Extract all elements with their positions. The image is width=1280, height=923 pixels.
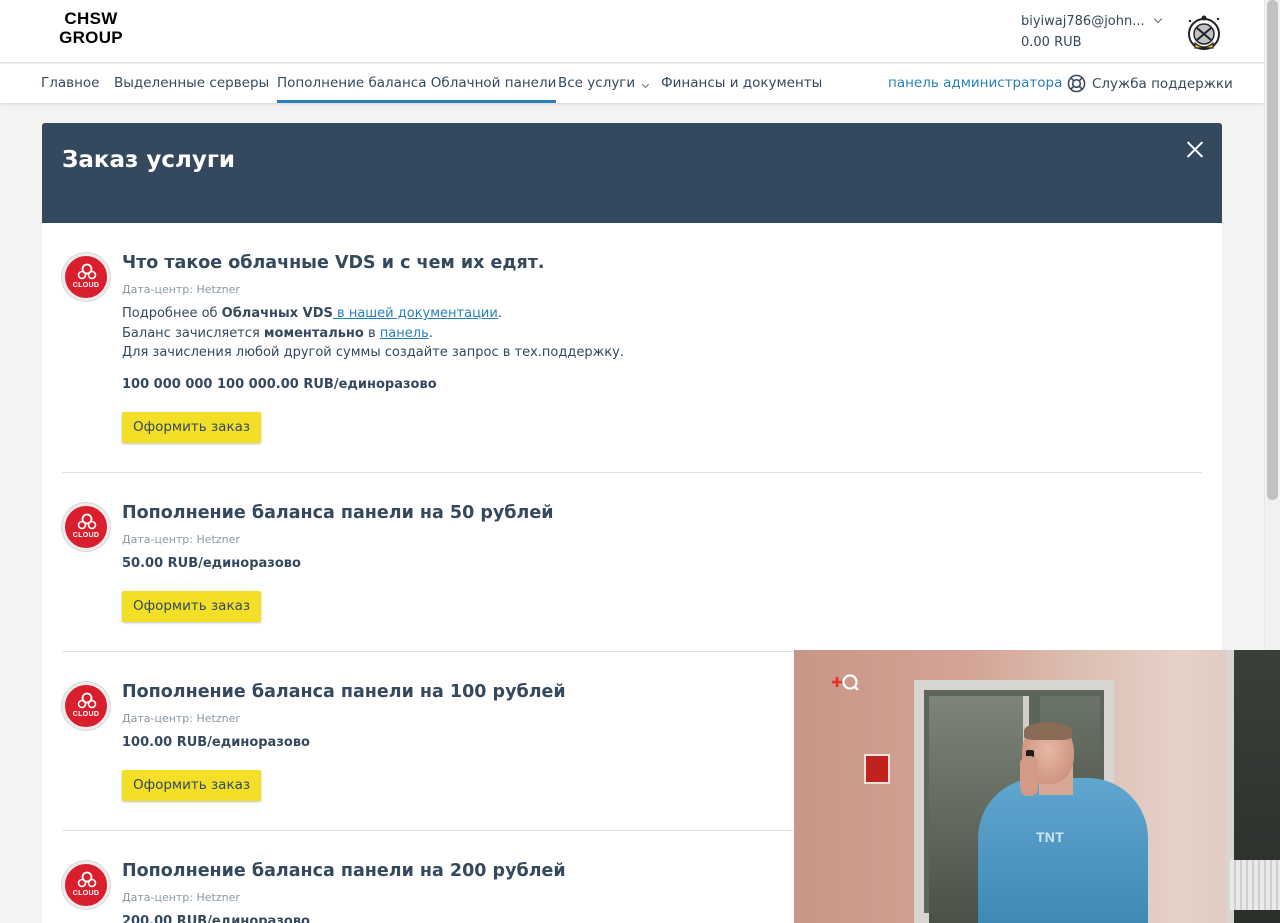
- video-shirt-logo: TNT: [1035, 829, 1065, 845]
- nav-support[interactable]: Служба поддержки: [1067, 64, 1233, 103]
- chevron-down-icon[interactable]: [1153, 14, 1162, 24]
- main-nav: Главное Выделенные серверы Пополнение ба…: [0, 64, 1264, 103]
- video-person: TNT: [978, 778, 1148, 923]
- account-balance: 0.00 RUB: [1021, 35, 1082, 50]
- product-price: 200.00 RUB/единоразово: [122, 914, 310, 923]
- product-datacenter: Дата-центр: Hetzner: [122, 891, 240, 904]
- nav-item-dedicated-servers[interactable]: Выделенные серверы: [114, 64, 269, 103]
- avatar-icon[interactable]: [1184, 13, 1224, 51]
- channel-logo-icon: [832, 674, 859, 691]
- product-datacenter: Дата-центр: Hetzner: [122, 533, 240, 546]
- top-header: CHSW GROUP biyiwaj786@john... 0.00 RUB: [0, 0, 1264, 63]
- video-radiator: [1230, 860, 1280, 910]
- logo-line-1: CHSW: [64, 9, 118, 28]
- nav-item-all-services-label: Все услуги: [558, 75, 636, 91]
- cloud-badge-icon: CLOUD: [62, 682, 110, 730]
- cloud-badge-icon: CLOUD: [62, 253, 110, 301]
- product-title: Пополнение баланса панели на 50 рублей: [122, 503, 554, 523]
- order-button[interactable]: Оформить заказ: [122, 770, 261, 801]
- cloud-badge-icon: CLOUD: [62, 503, 110, 551]
- product-price: 100.00 RUB/единоразово: [122, 735, 310, 750]
- logo-line-2: GROUP: [59, 28, 123, 47]
- lifebuoy-icon: [1067, 74, 1086, 93]
- nav-item-finance[interactable]: Финансы и документы: [661, 64, 822, 103]
- panel-link[interactable]: панель: [380, 326, 429, 341]
- cloud-badge-icon: CLOUD: [62, 861, 110, 909]
- account-email[interactable]: biyiwaj786@john...: [1021, 14, 1145, 29]
- product-price: 100 000 000 100 000.00 RUB/единоразово: [122, 377, 437, 392]
- product-title: Пополнение баланса панели на 200 рублей: [122, 861, 566, 881]
- product-price: 50.00 RUB/единоразово: [122, 556, 301, 571]
- video-overlay[interactable]: TNT: [794, 650, 1280, 923]
- nav-item-all-services[interactable]: Все услуги: [558, 64, 650, 103]
- nav-item-cloud-balance[interactable]: Пополнение баланса Облачной панели: [277, 64, 557, 103]
- nav-admin-panel-link[interactable]: панель администратора: [888, 64, 1062, 103]
- product-description: Подробнее об Облачных VDS в нашей докуме…: [122, 306, 624, 360]
- company-logo[interactable]: CHSW GROUP: [55, 9, 127, 47]
- product-datacenter: Дата-центр: Hetzner: [122, 712, 240, 725]
- close-icon[interactable]: [1186, 140, 1204, 158]
- documentation-link[interactable]: в нашей документации: [333, 306, 498, 321]
- product-card: CLOUD Пополнение баланса панели на 50 ру…: [62, 473, 1202, 652]
- nav-item-main[interactable]: Главное: [41, 64, 99, 103]
- product-card: CLOUD Что такое облачные VDS и с чем их …: [62, 223, 1202, 473]
- product-title: Пополнение баланса панели на 100 рублей: [122, 682, 566, 702]
- product-title: Что такое облачные VDS и с чем их едят.: [122, 253, 545, 273]
- scrollbar-thumb[interactable]: [1267, 0, 1278, 500]
- support-label: Служба поддержки: [1092, 75, 1233, 92]
- order-modal-header: Заказ услуги: [42, 123, 1222, 223]
- product-datacenter: Дата-центр: Hetzner: [122, 283, 240, 296]
- video-fire-alarm: [864, 754, 890, 784]
- order-button[interactable]: Оформить заказ: [122, 591, 261, 622]
- order-button[interactable]: Оформить заказ: [122, 412, 261, 443]
- chevron-down-icon: [642, 80, 650, 89]
- account-menu[interactable]: biyiwaj786@john... 0.00 RUB: [1021, 12, 1162, 50]
- modal-title: Заказ услуги: [62, 147, 235, 173]
